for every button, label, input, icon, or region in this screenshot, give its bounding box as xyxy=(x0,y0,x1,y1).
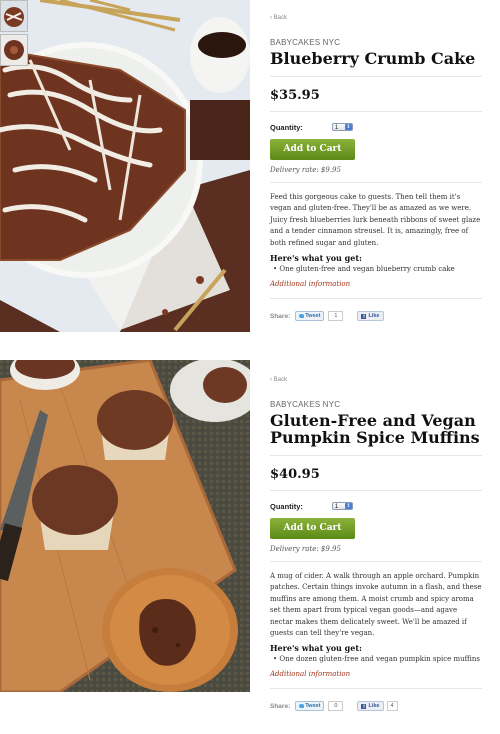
facebook-icon: f xyxy=(361,313,367,319)
delivery-rate: Delivery rate: $9.95 xyxy=(270,166,482,183)
product-title: Blueberry Crumb Cake xyxy=(270,50,482,77)
like-label: Like xyxy=(368,703,380,710)
like-label: Like xyxy=(368,313,380,320)
product-photo-crumb-cake xyxy=(0,0,250,332)
like-count: 4 xyxy=(386,701,398,712)
share-label: Share: xyxy=(270,702,291,710)
quantity-row: Quantity: 1 ⇕ xyxy=(270,121,482,133)
tweet-count: 1 xyxy=(328,311,344,322)
facebook-like-button[interactable]: f Like xyxy=(357,701,384,712)
product-title: Gluten-Free and Vegan Pumpkin Spice Muff… xyxy=(270,412,482,456)
stepper-arrows-icon: ⇕ xyxy=(344,124,352,130)
tweet-label: Tweet xyxy=(305,703,321,710)
thumbnail-1[interactable] xyxy=(0,0,28,32)
brand-name: BABYCAKES NYC xyxy=(270,400,341,409)
facebook-icon: f xyxy=(361,703,367,709)
product-photo-muffins xyxy=(0,360,250,692)
whats-included-item: • One gluten-free and vegan blueberry cr… xyxy=(273,265,455,274)
twitter-bird-icon xyxy=(299,314,305,319)
product-price: $40.95 xyxy=(270,467,482,491)
tweet-count: 0 xyxy=(328,701,344,712)
whats-included-text: One gluten-free and vegan blueberry crum… xyxy=(279,265,455,274)
product-info: ‹ Back BABYCAKES NYC Blueberry Crumb Cak… xyxy=(270,15,482,322)
product-info: ‹ Back BABYCAKES NYC Gluten-Free and Veg… xyxy=(270,377,482,712)
add-to-cart-button[interactable]: Add to Cart xyxy=(270,139,355,160)
whats-included-heading: Here's what you get: xyxy=(270,643,362,654)
product-price: $35.95 xyxy=(270,88,482,112)
product-pumpkin-spice-muffins: ‹ Back BABYCAKES NYC Gluten-Free and Veg… xyxy=(0,360,500,734)
thumbnail-strip xyxy=(0,0,28,68)
tweet-label: Tweet xyxy=(305,313,321,320)
crumb-cake-image xyxy=(0,0,250,332)
quantity-value: 1 xyxy=(334,504,339,510)
add-to-cart-button[interactable]: Add to Cart xyxy=(270,518,355,539)
twitter-bird-icon xyxy=(299,704,305,709)
quantity-label: Quantity: xyxy=(270,122,303,132)
product-description: A mug of cider. A walk through an apple … xyxy=(270,572,482,638)
back-link[interactable]: ‹ Back xyxy=(270,15,482,21)
share-bar: Share: Tweet 0 f Like 4 xyxy=(270,700,482,712)
tweet-button[interactable]: Tweet xyxy=(295,701,325,712)
back-link[interactable]: ‹ Back xyxy=(270,377,482,383)
quantity-row: Quantity: 1 ⇕ xyxy=(270,500,482,512)
quantity-select[interactable]: 1 ⇕ xyxy=(331,502,353,510)
product-blueberry-crumb-cake: ‹ Back BABYCAKES NYC Blueberry Crumb Cak… xyxy=(0,0,500,360)
whats-included-text: One dozen gluten-free and vegan pumpkin … xyxy=(279,655,480,664)
muffins-image xyxy=(0,360,250,692)
whats-included-item: • One dozen gluten-free and vegan pumpki… xyxy=(273,655,480,664)
facebook-like-button[interactable]: f Like xyxy=(357,311,384,322)
thumbnail-2[interactable] xyxy=(0,34,28,66)
additional-information-link[interactable]: Additional information xyxy=(270,280,482,300)
product-description: Feed this gorgeous cake to guests. Then … xyxy=(270,193,481,247)
quantity-select[interactable]: 1 ⇕ xyxy=(331,123,353,131)
brand-name: BABYCAKES NYC xyxy=(270,38,341,47)
delivery-rate: Delivery rate: $9.95 xyxy=(270,545,482,562)
whats-included-heading: Here's what you get: xyxy=(270,253,362,264)
quantity-label: Quantity: xyxy=(270,501,303,511)
share-label: Share: xyxy=(270,312,291,320)
stepper-arrows-icon: ⇕ xyxy=(344,503,352,509)
share-bar: Share: Tweet 1 f Like xyxy=(270,310,482,322)
quantity-value: 1 xyxy=(334,125,339,131)
tweet-button[interactable]: Tweet xyxy=(295,311,325,322)
additional-information-link[interactable]: Additional information xyxy=(270,670,482,690)
